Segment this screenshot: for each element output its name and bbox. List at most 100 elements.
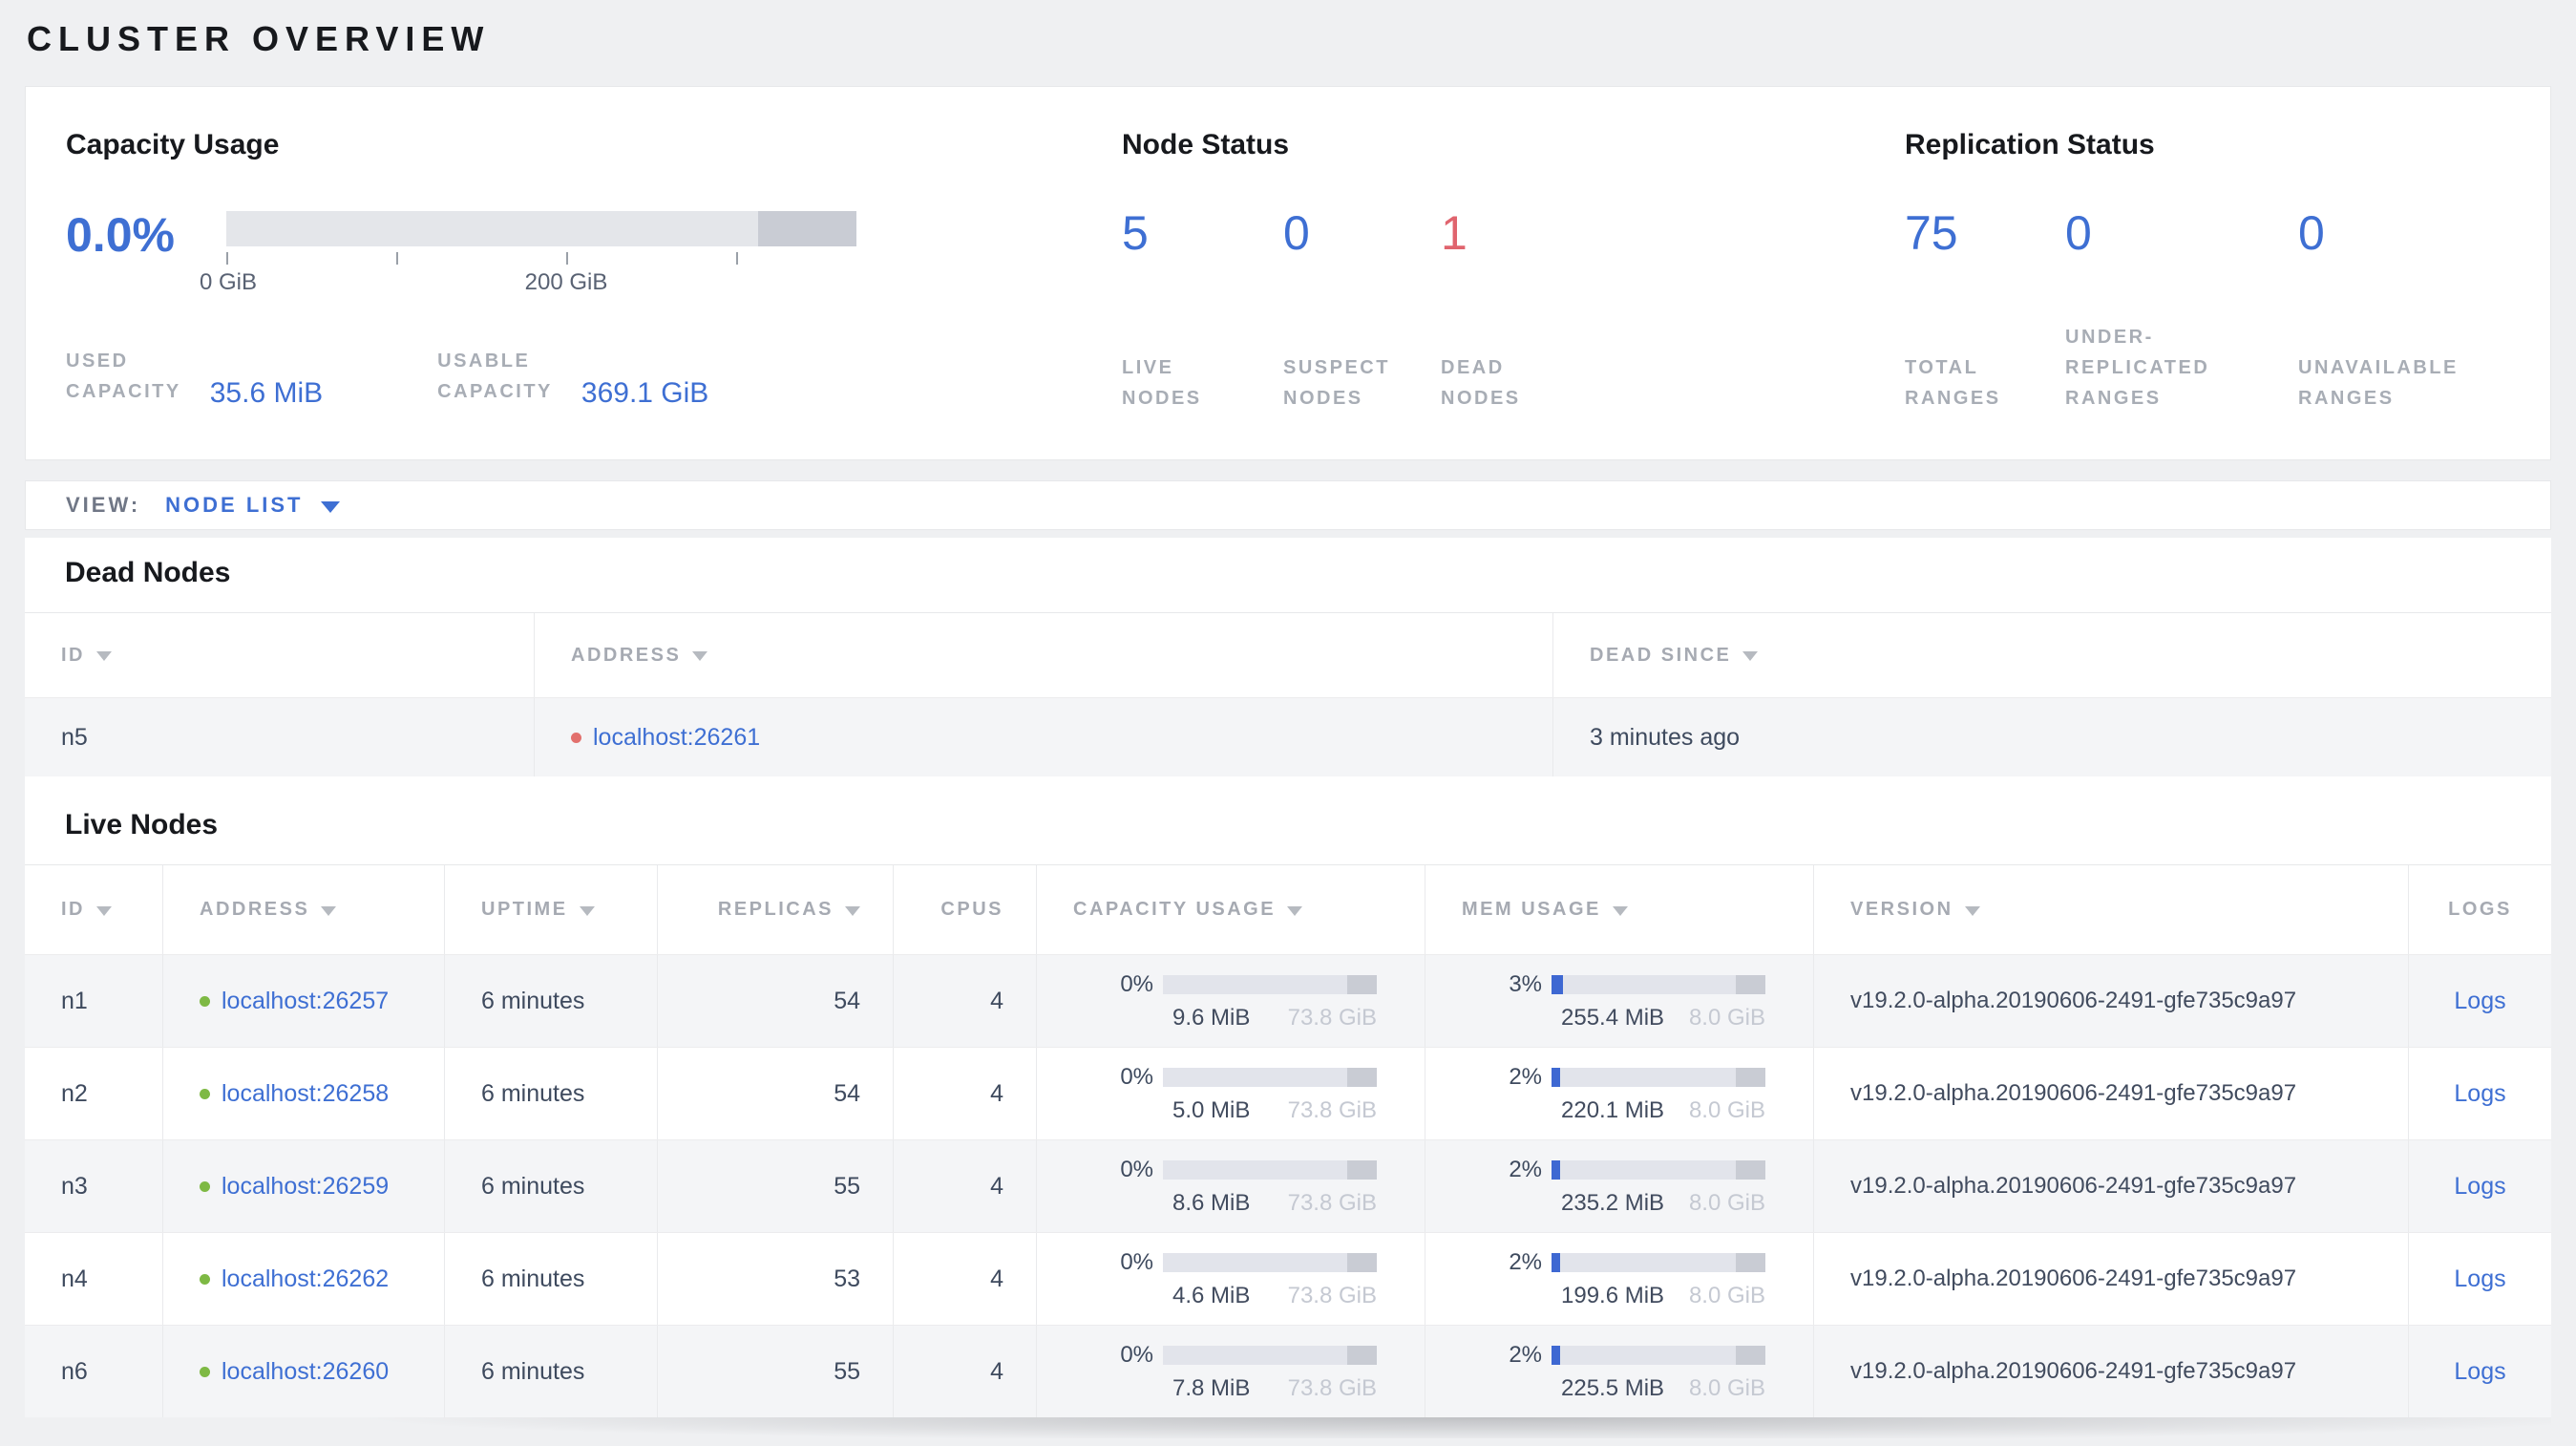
live-node-row: n2 localhost:26258 6 minutes 54 4 0% 5.0…	[25, 1047, 2551, 1139]
capacity-usage-cell: 0% 5.0 MiB 73.8 GiB	[1037, 1048, 1425, 1139]
sort-arrow-icon	[1964, 905, 1980, 916]
node-address-link[interactable]: localhost:26257	[222, 988, 389, 1015]
sort-arrow-icon	[1612, 905, 1628, 916]
capacity-usage-meter: 0% 4.6 MiB 73.8 GiB	[1073, 1249, 1425, 1309]
capacity-bar	[1163, 1345, 1377, 1365]
logs-link[interactable]: Logs	[2454, 1358, 2505, 1386]
node-address-link[interactable]: localhost:26260	[222, 1358, 389, 1386]
column-header-mem-usage[interactable]: MEM USAGE	[1425, 865, 1814, 954]
capacity-axis-ticks	[226, 250, 856, 266]
node-address-link[interactable]: localhost:26258	[222, 1080, 389, 1108]
node-status-section: Node Status 5 LIVE NODES 0 SUSPECT NODES…	[1122, 87, 1905, 459]
capacity-bar-endcap	[1347, 1067, 1377, 1087]
column-header-capacity-usage[interactable]: CAPACITY USAGE	[1037, 865, 1425, 954]
live-status-dot-icon	[200, 1273, 210, 1285]
live-nodes-table-title: Live Nodes	[65, 809, 219, 840]
page-title: CLUSTER OVERVIEW	[27, 19, 491, 58]
node-id-cell: n1	[25, 955, 163, 1047]
replicas-cell: 55	[658, 1326, 894, 1417]
mem-usage-meter: 3% 255.4 MiB 8.0 GiB	[1462, 971, 1813, 1031]
suspect-nodes-count: 0	[1283, 206, 1310, 260]
node-address-link[interactable]: localhost:26262	[222, 1265, 389, 1293]
logs-link[interactable]: Logs	[2454, 1265, 2505, 1293]
capacity-total-value: 73.8 GiB	[1287, 1374, 1377, 1401]
capacity-total-value: 73.8 GiB	[1287, 1189, 1377, 1216]
view-dropdown[interactable]: NODE LIST	[165, 493, 340, 518]
sort-arrow-icon	[692, 651, 708, 661]
live-nodes-table-body: n1 localhost:26257 6 minutes 54 4 0% 9.6…	[25, 954, 2551, 1417]
version-cell: v19.2.0-alpha.20190606-2491-gfe735c9a97	[1814, 1326, 2409, 1417]
mem-usage-meter: 2% 235.2 MiB 8.0 GiB	[1462, 1157, 1813, 1217]
mem-usage-meter: 2% 199.6 MiB 8.0 GiB	[1462, 1249, 1813, 1309]
column-header-address[interactable]: ADDRESS	[163, 865, 445, 954]
mem-bar	[1552, 1067, 1765, 1087]
unavailable-ranges-label: UNAVAILABLE RANGES	[2298, 357, 2459, 409]
mem-total-value: 8.0 GiB	[1688, 1374, 1765, 1401]
page-bottom-shadow	[25, 1417, 2551, 1438]
suspect-nodes-stat: 0 SUSPECT NODES	[1283, 209, 1441, 414]
logs-link[interactable]: Logs	[2454, 988, 2505, 1015]
usable-capacity-label: USABLE CAPACITY	[437, 351, 553, 402]
column-header-version[interactable]: VERSION	[1814, 865, 2409, 954]
logs-cell: Logs	[2409, 1326, 2551, 1417]
live-nodes-table-header: ID ADDRESS UPTIME REPLICAS CPUS CAPACITY…	[25, 864, 2551, 954]
capacity-bar-endcap	[1347, 1159, 1377, 1180]
capacity-usage-cell: 0% 4.6 MiB 73.8 GiB	[1037, 1233, 1425, 1325]
mem-percent: 2%	[1509, 1341, 1542, 1368]
column-header-id[interactable]: ID	[25, 865, 163, 954]
sort-arrow-icon	[96, 651, 112, 661]
column-header-uptime[interactable]: UPTIME	[445, 865, 658, 954]
cpus-cell: 4	[894, 1233, 1037, 1325]
mem-bar	[1552, 1159, 1765, 1180]
mem-bar-fill	[1552, 1252, 1560, 1272]
capacity-usage-cell: 0% 8.6 MiB 73.8 GiB	[1037, 1140, 1425, 1232]
logs-link[interactable]: Logs	[2454, 1080, 2505, 1108]
version-cell: v19.2.0-alpha.20190606-2491-gfe735c9a97	[1814, 1233, 2409, 1325]
capacity-usage-chart: 0 GiB 200 GiB	[200, 211, 856, 298]
capacity-bar-endcap	[1347, 974, 1377, 994]
capacity-usage-meter: 0% 9.6 MiB 73.8 GiB	[1073, 971, 1425, 1031]
dead-since-cell: 3 minutes ago	[1590, 723, 1741, 751]
dead-node-row: n5 localhost:26261 3 minutes ago	[25, 697, 2551, 776]
capacity-percent: 0%	[1120, 1063, 1153, 1090]
column-header-dead-since[interactable]: DEAD SINCE	[1553, 613, 2551, 697]
node-id-cell: n3	[25, 1140, 163, 1232]
under-replicated-stat: 0 UNDER- REPLICATED RANGES	[2065, 209, 2298, 414]
column-header-address[interactable]: ADDRESS	[535, 613, 1553, 697]
mem-total-value: 8.0 GiB	[1688, 1189, 1765, 1216]
mem-percent: 3%	[1509, 970, 1542, 997]
cpus-cell: 4	[894, 1048, 1037, 1139]
column-header-cpus: CPUS	[894, 865, 1037, 954]
version-value: v19.2.0-alpha.20190606-2491-gfe735c9a97	[1850, 1080, 2297, 1106]
mem-usage-cell: 2% 199.6 MiB 8.0 GiB	[1425, 1233, 1814, 1325]
mem-used-value: 255.4 MiB	[1561, 1004, 1665, 1031]
total-ranges-label: TOTAL RANGES	[1905, 357, 2001, 409]
version-value: v19.2.0-alpha.20190606-2491-gfe735c9a97	[1850, 1173, 2297, 1199]
mem-bar-endcap	[1736, 1252, 1765, 1272]
column-header-replicas[interactable]: REPLICAS	[658, 865, 894, 954]
replicas-cell: 53	[658, 1233, 894, 1325]
capacity-bar-endcap	[1347, 1345, 1377, 1365]
column-header-id[interactable]: ID	[25, 613, 535, 697]
mem-total-value: 8.0 GiB	[1688, 1096, 1765, 1123]
logs-link[interactable]: Logs	[2454, 1173, 2505, 1201]
logs-cell: Logs	[2409, 1233, 2551, 1325]
replication-status-title: Replication Status	[1905, 129, 2155, 160]
node-address-link[interactable]: localhost:26261	[593, 724, 760, 752]
replicas-cell: 55	[658, 1140, 894, 1232]
uptime-cell: 6 minutes	[445, 1140, 658, 1232]
logs-cell: Logs	[2409, 1048, 2551, 1139]
node-id-cell: n5	[25, 698, 535, 776]
mem-used-value: 220.1 MiB	[1561, 1096, 1665, 1123]
mem-bar-endcap	[1736, 1345, 1765, 1365]
total-ranges-stat: 75 TOTAL RANGES	[1905, 209, 2065, 414]
view-label: VIEW:	[66, 493, 141, 517]
column-header-logs: LOGS	[2448, 899, 2512, 920]
cpus-cell: 4	[894, 1326, 1037, 1417]
live-status-dot-icon	[200, 1180, 210, 1192]
mem-bar-fill	[1552, 1345, 1560, 1365]
uptime-cell: 6 minutes	[445, 1233, 658, 1325]
capacity-bar	[1163, 1067, 1377, 1087]
node-address-link[interactable]: localhost:26259	[222, 1173, 389, 1201]
mem-usage-meter: 2% 225.5 MiB 8.0 GiB	[1462, 1342, 1813, 1402]
